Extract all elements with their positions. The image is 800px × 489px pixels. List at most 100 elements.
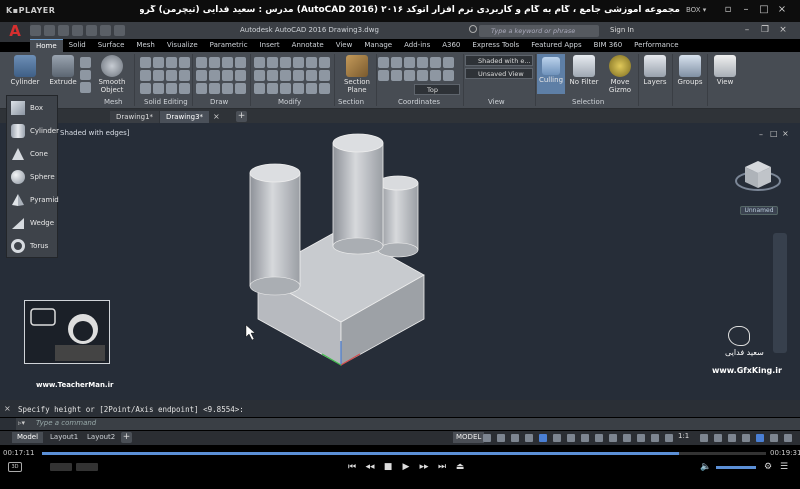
- next-icon[interactable]: ⏭: [436, 462, 448, 472]
- ucs-object-icon[interactable]: [430, 57, 441, 68]
- ucs-face-icon[interactable]: [417, 57, 428, 68]
- boundary-icon[interactable]: [222, 83, 233, 94]
- scale-icon[interactable]: [267, 70, 278, 81]
- save-icon[interactable]: [58, 25, 69, 36]
- loft-icon[interactable]: [80, 69, 91, 81]
- command-line-input[interactable]: [16, 418, 800, 430]
- ucs-world-icon[interactable]: [391, 57, 402, 68]
- units-icon[interactable]: [728, 434, 736, 442]
- sign-in-button[interactable]: Sign In: [610, 26, 634, 34]
- eject-icon[interactable]: ⏏: [454, 462, 466, 472]
- tab-insert[interactable]: Insert: [254, 39, 286, 52]
- volume-slider[interactable]: [716, 466, 756, 469]
- tab-visualize[interactable]: Visualize: [161, 39, 204, 52]
- plot-icon[interactable]: [86, 25, 97, 36]
- cylinder-button[interactable]: Cylinder: [8, 55, 42, 86]
- file-tab-drawing1[interactable]: Drawing1*: [110, 111, 160, 123]
- close-tab-icon[interactable]: ×: [213, 112, 220, 121]
- save-as-icon[interactable]: [72, 25, 83, 36]
- previous-icon[interactable]: ⏮: [346, 462, 358, 472]
- rectangle-icon[interactable]: [209, 70, 220, 81]
- union-icon[interactable]: [140, 57, 151, 68]
- application-menu-button[interactable]: A: [0, 22, 30, 42]
- tab-express-tools[interactable]: Express Tools: [466, 39, 525, 52]
- search-input[interactable]: Type a keyword or phrase: [479, 25, 599, 37]
- file-tab-drawing3[interactable]: Drawing3*: [160, 111, 210, 123]
- menu-item-cylinder[interactable]: Cylinder: [7, 119, 59, 142]
- hatch-icon[interactable]: [235, 70, 246, 81]
- trim-icon[interactable]: [280, 57, 291, 68]
- 3d-rotate-icon[interactable]: [280, 83, 291, 94]
- viewport-close-icon[interactable]: ×: [782, 129, 789, 138]
- hardware-acceleration-icon[interactable]: [756, 434, 764, 442]
- tab-home[interactable]: Home: [30, 39, 63, 52]
- extrude-button[interactable]: Extrude: [48, 55, 78, 86]
- window-close-icon[interactable]: ×: [776, 24, 790, 37]
- selection-cycling-icon[interactable]: [609, 434, 617, 442]
- join-icon[interactable]: [319, 83, 330, 94]
- minimize-icon[interactable]: –: [740, 4, 752, 16]
- window-minimize-icon[interactable]: –: [740, 24, 754, 37]
- revolve-icon[interactable]: [80, 82, 91, 94]
- tab-bim-360[interactable]: BIM 360: [588, 39, 629, 52]
- visual-style-dropdown[interactable]: Shaded with e...: [465, 55, 533, 66]
- panel-modify-label[interactable]: Modify: [278, 97, 301, 107]
- snap-icon[interactable]: [497, 434, 505, 442]
- grid-icon[interactable]: [483, 434, 491, 442]
- annotation-monitor-icon[interactable]: [714, 434, 722, 442]
- menu-item-pyramid[interactable]: Pyramid: [7, 188, 59, 211]
- shell-icon[interactable]: [166, 83, 177, 94]
- selection-filter-icon[interactable]: [651, 434, 659, 442]
- fillet-icon[interactable]: [319, 70, 330, 81]
- no-filter-button[interactable]: No Filter: [568, 55, 600, 86]
- mirror-icon[interactable]: [319, 57, 330, 68]
- lineweight-icon[interactable]: [581, 434, 589, 442]
- new-icon[interactable]: [30, 25, 41, 36]
- tab-performance[interactable]: Performance: [628, 39, 684, 52]
- ucs-previous-icon[interactable]: [404, 57, 415, 68]
- viewport-restore-icon[interactable]: □: [770, 129, 778, 138]
- smooth-object-button[interactable]: Smooth Object: [96, 55, 128, 94]
- menu-item-cone[interactable]: Cone: [7, 142, 59, 165]
- 3d-mode-icon[interactable]: 3D: [8, 462, 22, 472]
- move-gizmo-button[interactable]: Move Gizmo: [604, 55, 636, 94]
- polar-icon[interactable]: [525, 434, 533, 442]
- object-snap-tracking-icon[interactable]: [553, 434, 561, 442]
- recent-commands-icon[interactable]: ▹▾: [18, 419, 25, 427]
- subtract-icon[interactable]: [153, 57, 164, 68]
- view-panel-button[interactable]: View: [710, 55, 740, 86]
- tab-manage[interactable]: Manage: [358, 39, 398, 52]
- polyline-icon[interactable]: [209, 57, 220, 68]
- rotate-icon[interactable]: [267, 57, 278, 68]
- command-close-icon[interactable]: ×: [4, 404, 11, 413]
- ucs-view-dropdown[interactable]: Top: [414, 84, 460, 95]
- ucs-z-icon[interactable]: [443, 70, 454, 81]
- redo-icon[interactable]: [114, 25, 125, 36]
- tab-surface[interactable]: Surface: [92, 39, 131, 52]
- play-icon[interactable]: ▶: [400, 462, 412, 472]
- copy-icon[interactable]: [306, 57, 317, 68]
- menu-item-sphere[interactable]: Sphere: [7, 165, 59, 188]
- tab-a360[interactable]: A360: [436, 39, 466, 52]
- 3d-array-icon[interactable]: [306, 83, 317, 94]
- region-icon[interactable]: [209, 83, 220, 94]
- playlist-icon[interactable]: ☰: [778, 462, 790, 472]
- rewind-icon[interactable]: ◂◂: [364, 462, 376, 472]
- arc-icon[interactable]: [235, 57, 246, 68]
- 3d-move-icon[interactable]: [267, 83, 278, 94]
- command-customize-icon[interactable]: [0, 418, 16, 430]
- 3d-osnap-icon[interactable]: [623, 434, 631, 442]
- menu-item-torus[interactable]: Torus: [7, 234, 59, 257]
- window-restore-icon[interactable]: ❐: [758, 24, 772, 37]
- tab-featured-apps[interactable]: Featured Apps: [525, 39, 587, 52]
- forward-icon[interactable]: ▸▸: [418, 462, 430, 472]
- offset-edge-icon[interactable]: [179, 70, 190, 81]
- panel-view-label[interactable]: View: [488, 97, 505, 107]
- open-icon[interactable]: [44, 25, 55, 36]
- isodraft-icon[interactable]: [539, 434, 547, 442]
- panel-draw-label[interactable]: Draw: [210, 97, 228, 107]
- viewport-visual-style-label[interactable]: Shaded with edges]: [60, 129, 130, 137]
- offset-icon[interactable]: [306, 70, 317, 81]
- object-snap-icon[interactable]: [567, 434, 575, 442]
- panel-coordinates-label[interactable]: Coordinates: [398, 97, 440, 107]
